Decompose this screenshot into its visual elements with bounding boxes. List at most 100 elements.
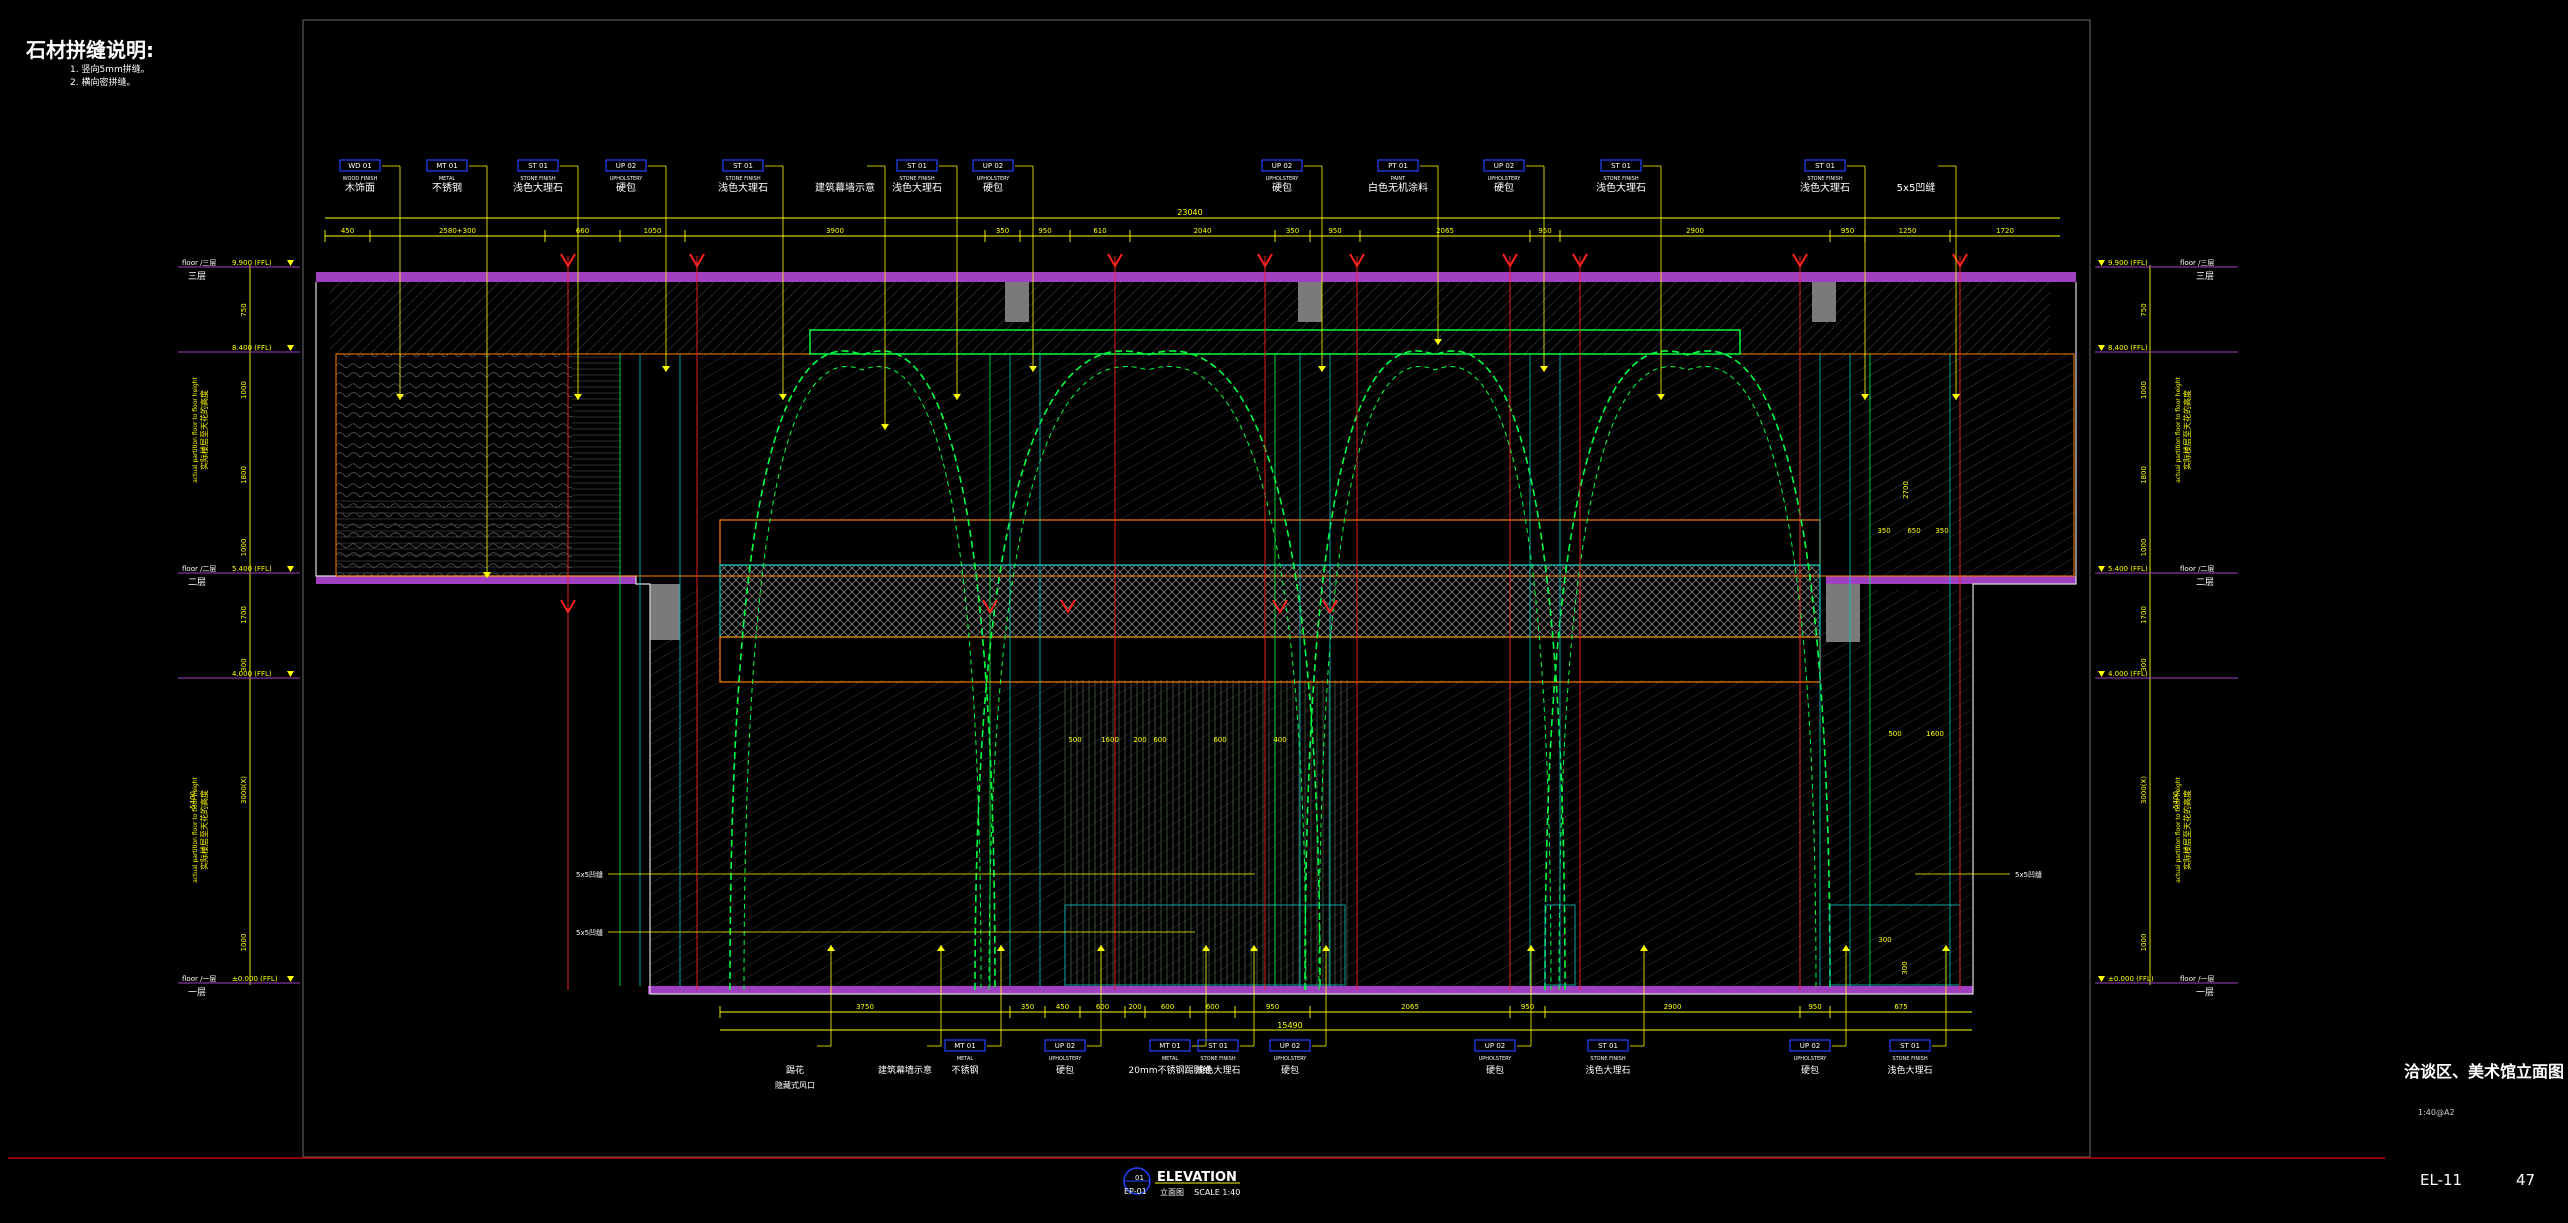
dim-top-seg-5: 3900 (826, 227, 844, 235)
level-right-floor-1: floor /三层 (2180, 259, 2214, 267)
bottom-callout-cn-7: 硬包 (1281, 1064, 1299, 1076)
vdim-left-upper-2: 1000 (240, 381, 248, 399)
dim-bottom-seg-8: 950 (1266, 1003, 1279, 1011)
top-callout-cn-5: 浅色大理石 (718, 181, 768, 194)
top-callout-en-3: STONE FINISH (520, 176, 555, 182)
bottom-callout-en-6: STONE FINISH (1200, 1056, 1235, 1062)
top-callout-cn-8: 硬包 (983, 181, 1003, 194)
dim-right-upper-2: 650 (1907, 527, 1920, 535)
dim-top-seg-4: 1050 (644, 227, 662, 235)
vdim-right-text-cn-upper: 实际楼层至天花的高度 (2182, 390, 2192, 470)
bottom-callout-en-10: UPHOLSTERY (1794, 1056, 1828, 1062)
top-callout-cn-2: 不锈钢 (432, 181, 462, 194)
upper-wall-center-hatch (700, 354, 1990, 520)
top-callout-code-12: ST 01 (1611, 162, 1631, 170)
level-right-value-1: 9.900 (FFL) (2108, 259, 2148, 267)
dim-inner-2: 1600 (1101, 736, 1119, 744)
left-column (650, 584, 680, 640)
slab-third-floor (316, 272, 2076, 282)
vdim-left-upper-3: 1800 (240, 466, 248, 484)
bottom-callout-en-11: STONE FINISH (1892, 1056, 1927, 1062)
top-callout-en-1: WOOD FINISH (343, 176, 378, 182)
vdim-left-text-cn-upper: 实际楼层至天花的高度 (199, 390, 209, 470)
dim-bottom-total: 15490 (1277, 1021, 1302, 1030)
vdim-left-upper-4: 1000 (240, 539, 248, 557)
top-callout-cn-11: 硬包 (1494, 181, 1514, 194)
bottom-callout-en-3: METAL (957, 1056, 974, 1062)
top-callout-cn-10: 白色无机涂料 (1368, 181, 1428, 194)
dim-top-seg-7: 950 (1038, 227, 1051, 235)
level-right-value-2: 8.400 (FFL) (2108, 344, 2148, 352)
top-callout-code-9: UP 02 (1272, 162, 1292, 170)
top-callout-arrow-4 (662, 366, 670, 372)
level-right-floor-5: floor /一层 (2180, 975, 2214, 983)
top-callout-en-5: STONE FINISH (725, 176, 760, 182)
top-callout-en-2: METAL (439, 176, 456, 182)
dim-top-seg-2: 2580+300 (439, 227, 476, 235)
top-callout-cn-4: 硬包 (616, 181, 636, 194)
dim-top-seg-1: 450 (341, 227, 354, 235)
level-right-name-1: 三层 (2196, 271, 2214, 282)
bottom-callout-cn-3: 不锈钢 (951, 1064, 978, 1076)
dim-right-upper-3: 350 (1935, 527, 1948, 535)
dim-top-seg-8: 610 (1093, 227, 1106, 235)
vdim-right-upper-4: 1000 (2140, 539, 2148, 557)
dim-right-upper-1: 350 (1877, 527, 1890, 535)
level-left-floor-3: floor /二层 (182, 565, 216, 573)
elevation-code: EP-01 (1124, 1187, 1147, 1196)
sheet-number: EL-11 (2420, 1171, 2463, 1189)
vdim-left-upper-1: 750 (240, 303, 248, 316)
vdim-left-lowtop-1: 1700 (240, 606, 248, 624)
level-right-tri-2 (2098, 345, 2105, 351)
slab-second-floor-right (1826, 576, 2076, 584)
elevation-scale: 1:40 (1222, 1188, 1241, 1197)
top-callout-code-10: PT 01 (1388, 162, 1408, 170)
dim-bottom-seg-7: 600 (1206, 1003, 1219, 1011)
level-left-tri-4 (287, 671, 294, 677)
level-left-name-5: 一层 (188, 987, 206, 998)
top-callout-code-2: MT 01 (436, 162, 457, 170)
slab-first-floor (648, 986, 1973, 994)
bottom-callout-code-6: ST 01 (1208, 1042, 1228, 1050)
dim-top-seg-11: 950 (1328, 227, 1341, 235)
dim-top-seg-16: 1250 (1899, 227, 1917, 235)
top-callout-cn-6: 建筑幕墙示意 (815, 181, 875, 194)
bottom-callout-code-7: UP 02 (1280, 1042, 1300, 1050)
top-callout-code-11: UP 02 (1494, 162, 1514, 170)
top-callout-code-5: ST 01 (733, 162, 753, 170)
slab-second-floor-left (316, 576, 636, 584)
lower-wall-left (650, 590, 720, 988)
vdim-right-upper-1: 750 (2140, 303, 2148, 316)
dim-bottom-seg-6: 600 (1161, 1003, 1174, 1011)
vdim-left-text-cn-lower: 实际楼层至天花的高度 (199, 790, 209, 870)
level-left-value-1: 9.900 (FFL) (232, 259, 272, 267)
level-right-tri-4 (2098, 671, 2105, 677)
dim-total-label: 23040 (1177, 208, 1202, 217)
bottom-callout-code-10: UP 02 (1800, 1042, 1820, 1050)
dim-right-small-1: 300 (1878, 936, 1891, 944)
dim-top-seg-15: 950 (1841, 227, 1854, 235)
bottom-callout-en-8: UPHOLSTERY (1479, 1056, 1513, 1062)
sheet-scale: 1:40@A2 (2418, 1108, 2455, 1117)
bottom-callout-code-3: MT 01 (954, 1042, 975, 1050)
elevation-title: ELEVATION (1157, 1170, 1237, 1185)
vdim-right-lower-1: 3000(X) (2140, 776, 2148, 804)
dim-bottom-seg-1: 3750 (856, 1003, 874, 1011)
vdim-right-upper-2: 1000 (2140, 381, 2148, 399)
upper-wall-right-hatch (1860, 354, 2074, 576)
bottom-callout-code-8: UP 02 (1485, 1042, 1505, 1050)
dim-right-vertical: 2700 (1902, 481, 1910, 499)
bottom-callout-code-11: ST 01 (1900, 1042, 1920, 1050)
level-left-name-3: 二层 (188, 577, 206, 588)
dim-top-seg-12: 2065 (1436, 227, 1454, 235)
beam-3 (1812, 282, 1836, 322)
level-right-tri-5 (2098, 976, 2105, 982)
level-left-tri-2 (287, 345, 294, 351)
sheet-title: 洽谈区、美术馆立面图 (2404, 1062, 2565, 1081)
dim-top-seg-6: 350 (996, 227, 1009, 235)
groove-right-label: 5x5凹缝 (2015, 870, 2042, 879)
dim-inner-1: 500 (1068, 736, 1081, 744)
bottom-callout-code-4: UP 02 (1055, 1042, 1075, 1050)
dim-bottom-seg-3: 450 (1056, 1003, 1069, 1011)
elevation-scale-label: SCALE (1194, 1188, 1220, 1197)
